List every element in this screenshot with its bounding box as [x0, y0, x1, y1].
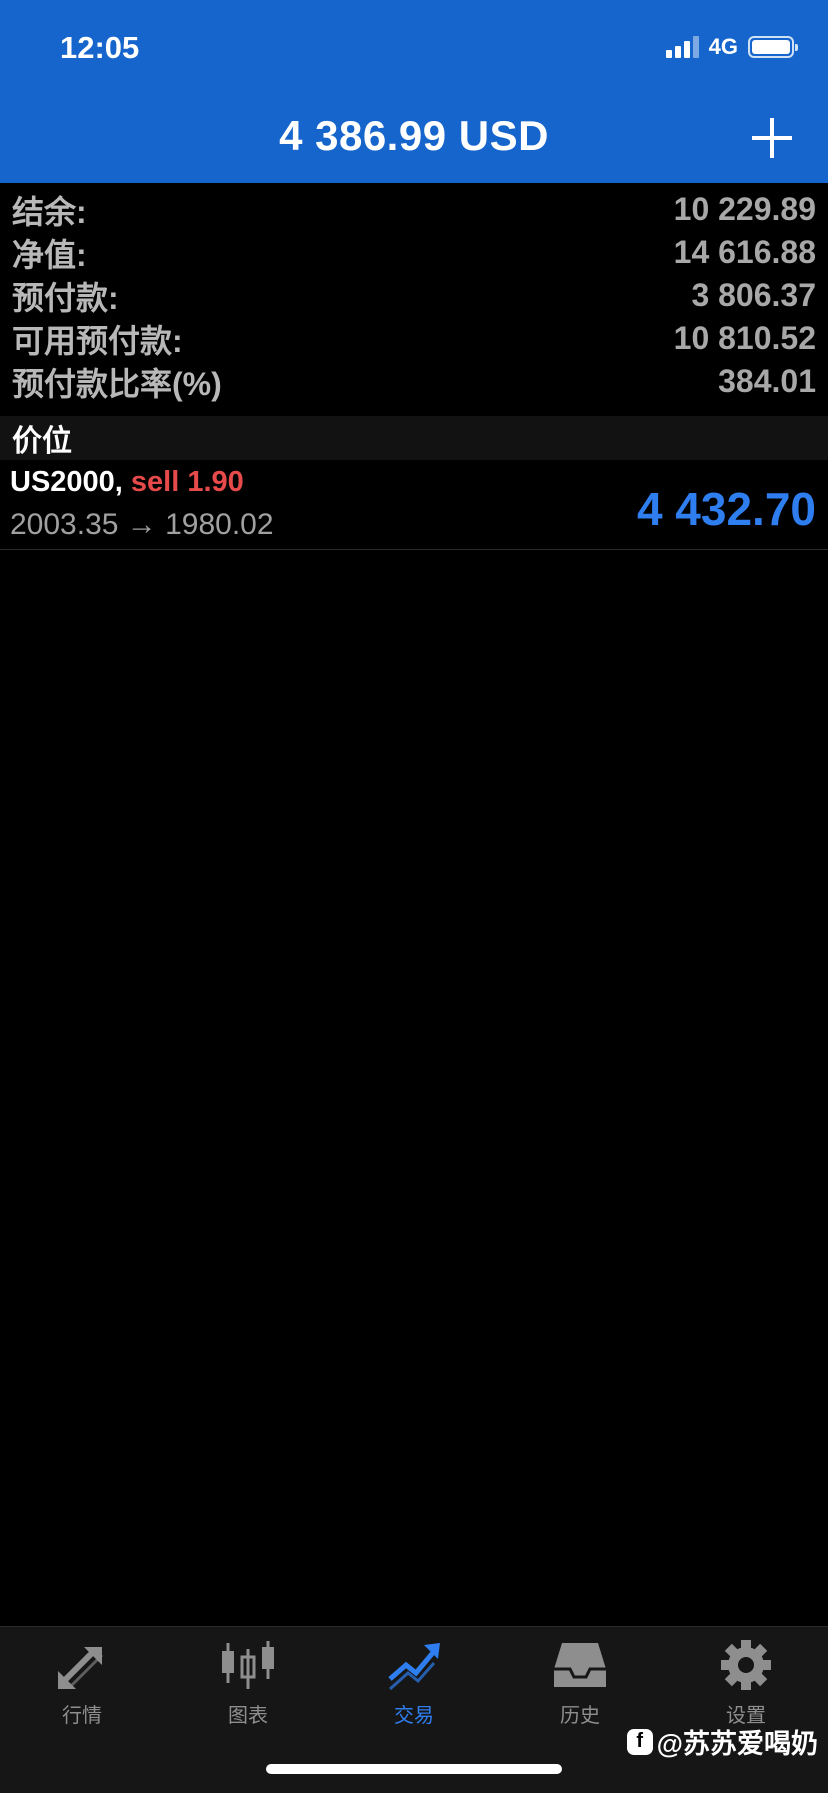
battery-icon: [748, 36, 798, 58]
position-price-range: 2003.35 → 1980.02: [10, 508, 274, 541]
summary-label: 预付款比率(%): [12, 365, 222, 402]
watermark-text: @苏苏爱喝奶: [656, 1729, 818, 1759]
position-profit: 4 432.70: [636, 483, 816, 535]
summary-value: 384.01: [718, 363, 816, 399]
position-row[interactable]: US2000, sell 1.90 2003.35 → 1980.02 4 43…: [0, 460, 828, 550]
social-logo-icon: f: [626, 1728, 653, 1755]
candlestick-chart-icon: [222, 1641, 274, 1689]
summary-label: 可用预付款:: [12, 322, 183, 359]
trade-trend-icon: [388, 1643, 440, 1691]
history-inbox-icon: [554, 1643, 606, 1687]
quotes-arrows-icon: [58, 1647, 104, 1689]
tab-history[interactable]: 历史: [520, 1639, 640, 1739]
status-indicators: 4G: [665, 34, 798, 60]
home-indicator[interactable]: [266, 1764, 562, 1774]
tab-label: 交易: [394, 1705, 434, 1727]
gear-icon: [721, 1640, 771, 1690]
status-time: 12:05: [60, 30, 140, 65]
summary-row-margin-level: 预付款比率(%) 384.01: [0, 360, 828, 403]
watermark: f @苏苏爱喝奶: [626, 1722, 818, 1761]
positions-section-header: 价位: [0, 416, 828, 460]
network-type: 4G: [708, 34, 738, 59]
summary-row-free-margin: 可用预付款: 10 810.52: [0, 317, 828, 360]
tab-chart[interactable]: 图表: [188, 1639, 308, 1739]
summary-row-margin: 预付款: 3 806.37: [0, 274, 828, 317]
account-summary: 结余: 10 229.89 净值: 14 616.88 预付款: 3 806.3…: [0, 188, 828, 403]
summary-label: 净值:: [12, 236, 87, 273]
section-title: 价位: [12, 425, 72, 458]
summary-value: 3 806.37: [691, 277, 816, 313]
tab-quotes[interactable]: 行情: [22, 1639, 142, 1739]
position-symbol: US2000,: [10, 466, 123, 498]
tab-label: 历史: [560, 1705, 600, 1727]
tab-label: 图表: [228, 1705, 268, 1727]
summary-row-equity: 净值: 14 616.88: [0, 231, 828, 274]
position-title: US2000, sell 1.90: [10, 466, 244, 499]
summary-label: 结余:: [12, 193, 87, 230]
summary-label: 预付款:: [12, 279, 119, 316]
summary-row-balance: 结余: 10 229.89: [0, 188, 828, 231]
account-balance-title: 4 386.99 USD: [279, 112, 549, 159]
tab-trade[interactable]: 交易: [354, 1639, 474, 1739]
top-header: 12:05 4G 4 386.99 USD: [0, 0, 828, 183]
plus-icon[interactable]: [752, 118, 792, 158]
summary-value: 10 810.52: [673, 320, 816, 356]
signal-strength-icon: [665, 36, 699, 58]
position-side-volume: sell 1.90: [130, 466, 244, 498]
summary-value: 10 229.89: [673, 191, 816, 227]
tab-label: 行情: [62, 1705, 102, 1727]
summary-value: 14 616.88: [673, 234, 816, 270]
